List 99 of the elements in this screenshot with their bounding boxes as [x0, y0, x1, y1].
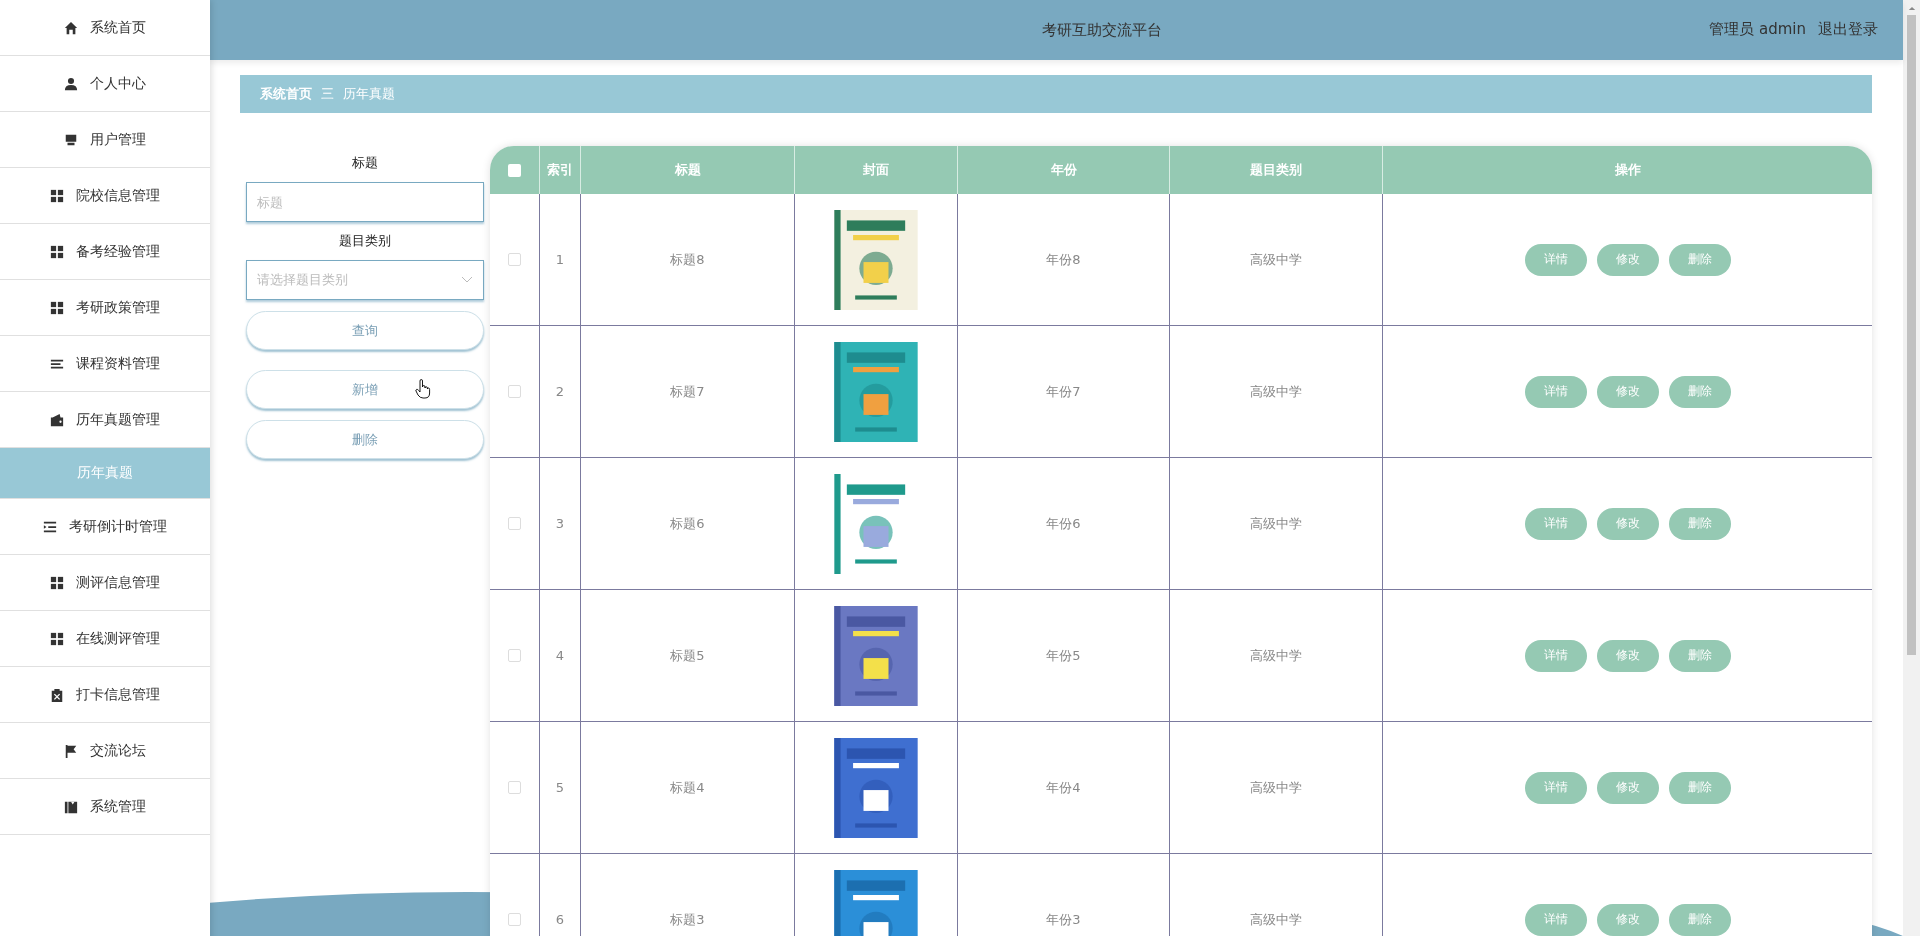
chevron-icon	[461, 276, 473, 284]
table-cell: 标题5	[581, 590, 795, 721]
search-panel-button[interactable]: 查询	[246, 311, 484, 350]
grid-icon	[50, 188, 64, 203]
sidebar-item[interactable]: 个人中心	[0, 56, 210, 112]
grid-icon	[50, 575, 64, 590]
wallet-icon	[50, 412, 64, 427]
table-cell: 年份4	[958, 722, 1170, 853]
app-title: 考研互助交流平台	[1040, 20, 1162, 40]
scrollbar[interactable]	[1903, 0, 1920, 936]
row-checkbox[interactable]	[508, 913, 521, 926]
sidebar-item[interactable]: 课程资料管理	[0, 336, 210, 392]
sidebar-item[interactable]: 测评信息管理	[0, 555, 210, 611]
row-action-button[interactable]: 详情	[1524, 771, 1587, 804]
logout-link[interactable]: 退出登录	[1818, 20, 1878, 39]
table-cell: 年份3	[958, 854, 1170, 936]
table-cell: 高级中学	[1170, 326, 1383, 457]
row-checkbox[interactable]	[508, 385, 521, 398]
table-cell: 标题6	[581, 458, 795, 589]
row-action-button[interactable]: 详情	[1524, 375, 1587, 408]
row-action-button[interactable]: 删除	[1668, 903, 1731, 936]
user-icon	[64, 76, 78, 91]
user-name: 管理员 admin	[1709, 20, 1806, 39]
field-label: 题目类别	[338, 232, 392, 250]
grid-icon	[50, 244, 64, 259]
column-header: 操作	[1613, 161, 1642, 179]
table-cell: 2	[540, 326, 581, 457]
row-checkbox[interactable]	[508, 517, 521, 530]
home-icon	[64, 20, 78, 35]
table-cell: 高级中学	[1170, 458, 1383, 589]
scroll-up-icon[interactable]	[1907, 6, 1916, 11]
sidebar-item[interactable]: 在线测评管理	[0, 611, 210, 667]
row-checkbox[interactable]	[508, 781, 521, 794]
row-action-button[interactable]: 详情	[1524, 507, 1587, 540]
table-cell: 高级中学	[1170, 590, 1383, 721]
select-all-checkbox[interactable]	[508, 163, 521, 177]
row-action-button[interactable]: 删除	[1668, 243, 1731, 276]
search-panel-button[interactable]: 删除	[246, 420, 484, 459]
breadcrumb-current: 历年真题	[343, 85, 395, 103]
clipboard-icon	[50, 687, 64, 702]
row-action-button[interactable]: 删除	[1668, 771, 1731, 804]
category-select[interactable]: 请选择题目类别	[246, 260, 484, 300]
row-checkbox[interactable]	[508, 649, 521, 662]
column-header: 年份	[958, 146, 1170, 194]
row-action-button[interactable]: 删除	[1668, 375, 1731, 408]
table-cell: 5	[540, 722, 581, 853]
table-cell: 年份8	[958, 194, 1170, 325]
row-action-button[interactable]: 修改	[1596, 243, 1659, 276]
sidebar-item[interactable]: 打卡信息管理	[0, 667, 210, 723]
column-header: 索引	[540, 146, 581, 194]
search-panel-button[interactable]: 新增	[246, 370, 484, 409]
store-icon	[64, 132, 78, 147]
grid-icon	[50, 300, 64, 315]
sidebar-item[interactable]: 考研倒计时管理	[0, 499, 210, 555]
flag-icon	[64, 743, 78, 758]
table-cell: 4	[540, 590, 581, 721]
breadcrumb-separator: 三	[321, 85, 334, 103]
sidebar-item[interactable]: 备考经验管理	[0, 224, 210, 280]
row-action-button[interactable]: 详情	[1524, 639, 1587, 672]
table-cell: 标题3	[581, 854, 795, 936]
sidebar-item[interactable]: 院校信息管理	[0, 168, 210, 224]
hand-cursor-icon	[415, 379, 431, 399]
table-cell: 标题8	[581, 194, 795, 325]
row-action-button[interactable]: 修改	[1596, 507, 1659, 540]
grid-icon	[50, 631, 64, 646]
table-cell: 高级中学	[1170, 722, 1383, 853]
column-header: 题目类别	[1170, 146, 1383, 194]
table-cell: 年份7	[958, 326, 1170, 457]
row-action-button[interactable]: 修改	[1596, 375, 1659, 408]
row-action-button[interactable]: 修改	[1596, 771, 1659, 804]
field-label: 标题	[351, 154, 379, 172]
column-header: 封面	[795, 146, 958, 194]
sidebar-item[interactable]: 用户管理	[0, 112, 210, 168]
table-cell: 高级中学	[1170, 854, 1383, 936]
row-action-button[interactable]: 删除	[1668, 507, 1731, 540]
table-cell: 标题4	[581, 722, 795, 853]
indent-icon	[43, 519, 57, 534]
row-action-button[interactable]: 修改	[1596, 903, 1659, 936]
sidebar-item[interactable]: 交流论坛	[0, 723, 210, 779]
row-action-button[interactable]: 详情	[1524, 243, 1587, 276]
breadcrumb-link[interactable]: 系统首页	[260, 85, 312, 103]
table-cell: 标题7	[581, 326, 795, 457]
sidebar-item[interactable]: 考研政策管理	[0, 280, 210, 336]
table-cell: 高级中学	[1170, 194, 1383, 325]
table-cell: 3	[540, 458, 581, 589]
sidebar-item[interactable]: 系统管理	[0, 779, 210, 835]
sidebar-item[interactable]: 历年真题	[0, 448, 210, 499]
table-cell: 年份6	[958, 458, 1170, 589]
row-checkbox[interactable]	[508, 253, 521, 266]
book-icon	[64, 799, 78, 814]
row-action-button[interactable]: 删除	[1668, 639, 1731, 672]
table-cell: 1	[540, 194, 581, 325]
title-input-field[interactable]: 标题	[246, 182, 484, 222]
table-cell: 年份5	[958, 590, 1170, 721]
scrollbar-thumb[interactable]	[1907, 15, 1916, 655]
column-header: 标题	[581, 146, 795, 194]
row-action-button[interactable]: 修改	[1596, 639, 1659, 672]
row-action-button[interactable]: 详情	[1524, 903, 1587, 936]
table-cell: 6	[540, 854, 581, 936]
